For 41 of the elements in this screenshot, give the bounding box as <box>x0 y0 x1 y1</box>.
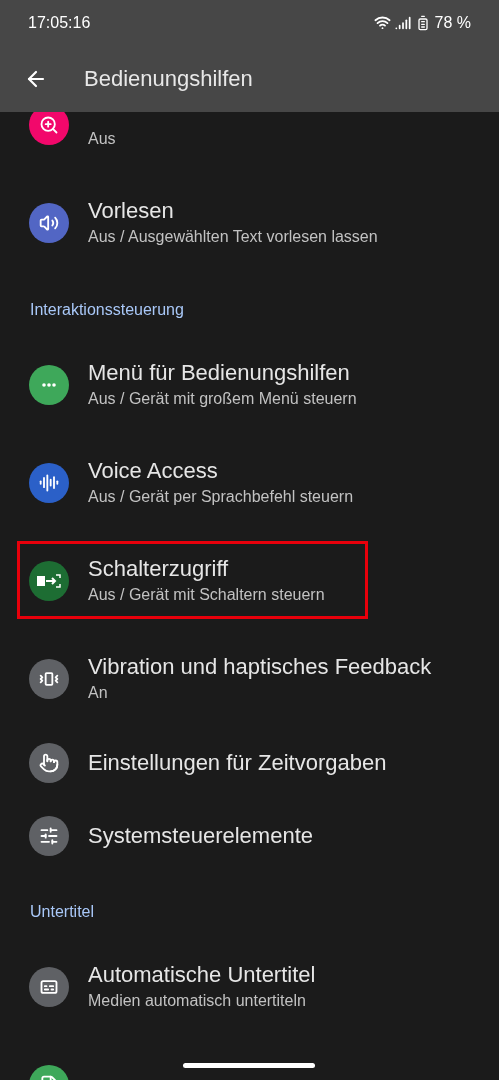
settings-item[interactable]: Vorlesen Aus / Ausgewählten Text vorlesen lassen <box>0 174 499 272</box>
item-title: Schalterzugriff <box>88 555 230 583</box>
item-title: Menü für Bedienungshilfen <box>88 359 351 387</box>
speaker-icon <box>39 213 59 233</box>
item-subtitle: Aus / Ausgewählten Text vorlesen lassen <box>88 227 378 247</box>
item-title: Systemsteuerelemente <box>88 822 313 850</box>
switch-arrow-icon <box>36 573 62 589</box>
item-title: Automatische Untertitel <box>88 961 316 989</box>
settings-item[interactable]: Voice Access Aus / Gerät per Sprachbefehl steuern <box>0 434 499 532</box>
settings-item[interactable]: Aus <box>0 112 499 174</box>
item-subtitle: Aus / Gerät mit Schaltern steuern <box>88 585 325 605</box>
section-header: Interaktionssteuerung <box>30 301 184 318</box>
battery-level: 78 % <box>434 12 471 33</box>
item-subtitle: Aus / Gerät mit großem Menü steuern <box>88 389 357 409</box>
captions-icon <box>39 977 59 997</box>
pointer-icon <box>39 753 59 773</box>
wifi-icon <box>373 14 391 31</box>
vibrate-icon <box>39 669 59 689</box>
item-subtitle: An <box>88 683 109 703</box>
zoom-in-icon <box>39 115 59 135</box>
settings-item[interactable]: Menü für Bedienungshilfen Aus / Gerät mit großem Menü steuern <box>0 336 499 434</box>
settings-item[interactable]: Automatische Untertitel Medien automatisch untertiteln <box>0 938 499 1036</box>
item-title: Vibration und haptisches Feedback <box>88 653 432 681</box>
gesture-handle[interactable] <box>183 1063 315 1068</box>
item-subtitle: Aus / Gerät per Sprachbefehl steuern <box>88 487 354 507</box>
item-subtitle: Aus <box>88 129 116 149</box>
section-header: Untertitel <box>30 903 95 920</box>
page-title: Bedienungshilfen <box>84 65 253 93</box>
item-title: Einstellungen für Zeitvorgaben <box>88 749 387 777</box>
settings-item[interactable]: Vibration und haptisches Feedback An <box>0 630 499 728</box>
item-title: Vorlesen <box>88 197 175 225</box>
settings-item[interactable]: Schalterzugriff Aus / Gerät mit Schaltern steuern <box>0 532 499 630</box>
settings-item[interactable]: Einstellungen für Zeitvorgaben <box>0 728 499 798</box>
item-subtitle: Medien automatisch untertiteln <box>88 991 307 1011</box>
sliders-icon <box>39 826 59 846</box>
item-title: Voice Access <box>88 457 219 485</box>
settings-item[interactable]: Systemsteuerelemente <box>0 798 499 874</box>
audio-lines-icon <box>39 473 59 493</box>
more-icon <box>42 383 56 387</box>
status-time: 17:05:16 <box>28 12 91 33</box>
signal-icon <box>394 14 411 31</box>
